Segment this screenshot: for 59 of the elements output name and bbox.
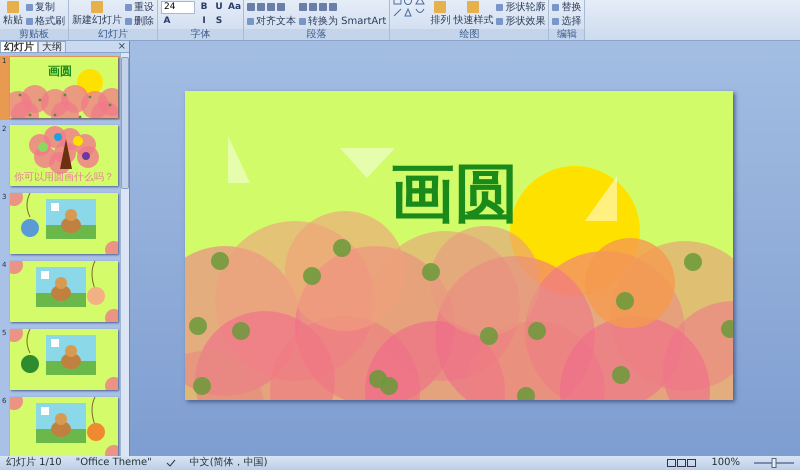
format-button[interactable]: U (213, 2, 225, 12)
ribbon-button[interactable]: 删除 (125, 14, 154, 28)
format-button[interactable]: S (213, 16, 225, 26)
square-icon (91, 1, 103, 13)
group-label: 段落 (244, 29, 390, 40)
format-button[interactable]: Aa (228, 2, 240, 12)
thumbnail-caption: 你可以用圆画什么吗？ (14, 173, 114, 183)
language-label: 中文(简体，中国) (190, 457, 268, 469)
square-icon (26, 18, 33, 24)
square-icon (496, 18, 504, 24)
scrollbar[interactable] (120, 53, 129, 456)
zoom-level: 100% (711, 457, 740, 469)
group-label: 幻灯片 (69, 29, 157, 40)
ribbon-button[interactable]: 替换 (552, 0, 582, 14)
ribbon-button[interactable]: 复制 (26, 0, 65, 14)
shapes-icon[interactable] (393, 0, 428, 18)
alignment-icon[interactable] (299, 2, 339, 12)
group-label: 字体 (158, 29, 243, 40)
square-icon (467, 1, 480, 13)
square-icon (552, 4, 560, 10)
format-button[interactable]: A (161, 16, 173, 26)
format-button[interactable]: B (198, 2, 210, 12)
close-button[interactable]: × (114, 41, 129, 52)
ribbon-button[interactable]: 新建幻灯片 (72, 1, 122, 27)
square-icon (125, 18, 132, 24)
alignment-icon[interactable] (247, 2, 287, 12)
ribbon-button[interactable]: 对齐文本 (247, 14, 296, 28)
group-label: 编辑 (549, 29, 584, 40)
slide-title: 画圆 (390, 159, 518, 229)
square-icon (552, 18, 560, 24)
thumbnail-title: 画圆 (48, 63, 72, 80)
ribbon-button[interactable]: 重设 (125, 0, 154, 14)
zoom-slider[interactable] (754, 458, 794, 468)
ribbon-button[interactable]: 排列 (430, 1, 450, 27)
ribbon-button[interactable]: 形状效果 (496, 14, 546, 28)
slide-count: 幻灯片 1/10 (6, 457, 62, 469)
spellcheck-icon[interactable] (166, 459, 176, 467)
square-icon (7, 1, 19, 13)
group-label: 绘图 (390, 29, 548, 40)
ribbon-button[interactable]: 选择 (552, 14, 582, 28)
theme-name: "Office Theme" (76, 457, 152, 469)
ribbon-button[interactable]: 格式刷 (26, 14, 65, 28)
ribbon-button[interactable]: 快速样式 (453, 1, 494, 27)
square-icon (299, 18, 306, 24)
panel-tab[interactable]: 大纲 (38, 41, 66, 52)
font-size-field[interactable]: 24 (161, 0, 195, 14)
square-icon (247, 18, 254, 24)
slide-canvas[interactable]: 画圆 (184, 91, 732, 400)
ribbon-button[interactable]: 形状轮廓 (496, 0, 546, 14)
square-icon (26, 4, 33, 10)
format-button[interactable]: I (198, 16, 210, 26)
square-icon (125, 4, 132, 10)
ribbon-button[interactable]: 转换为 SmartArt (299, 14, 386, 28)
group-label: 剪贴板 (0, 29, 68, 40)
ribbon-button[interactable]: 粘贴 (3, 1, 23, 27)
square-icon (434, 1, 446, 13)
view-buttons-icon[interactable] (667, 459, 698, 467)
panel-tab[interactable]: 幻灯片 (0, 41, 38, 52)
square-icon (496, 4, 504, 10)
